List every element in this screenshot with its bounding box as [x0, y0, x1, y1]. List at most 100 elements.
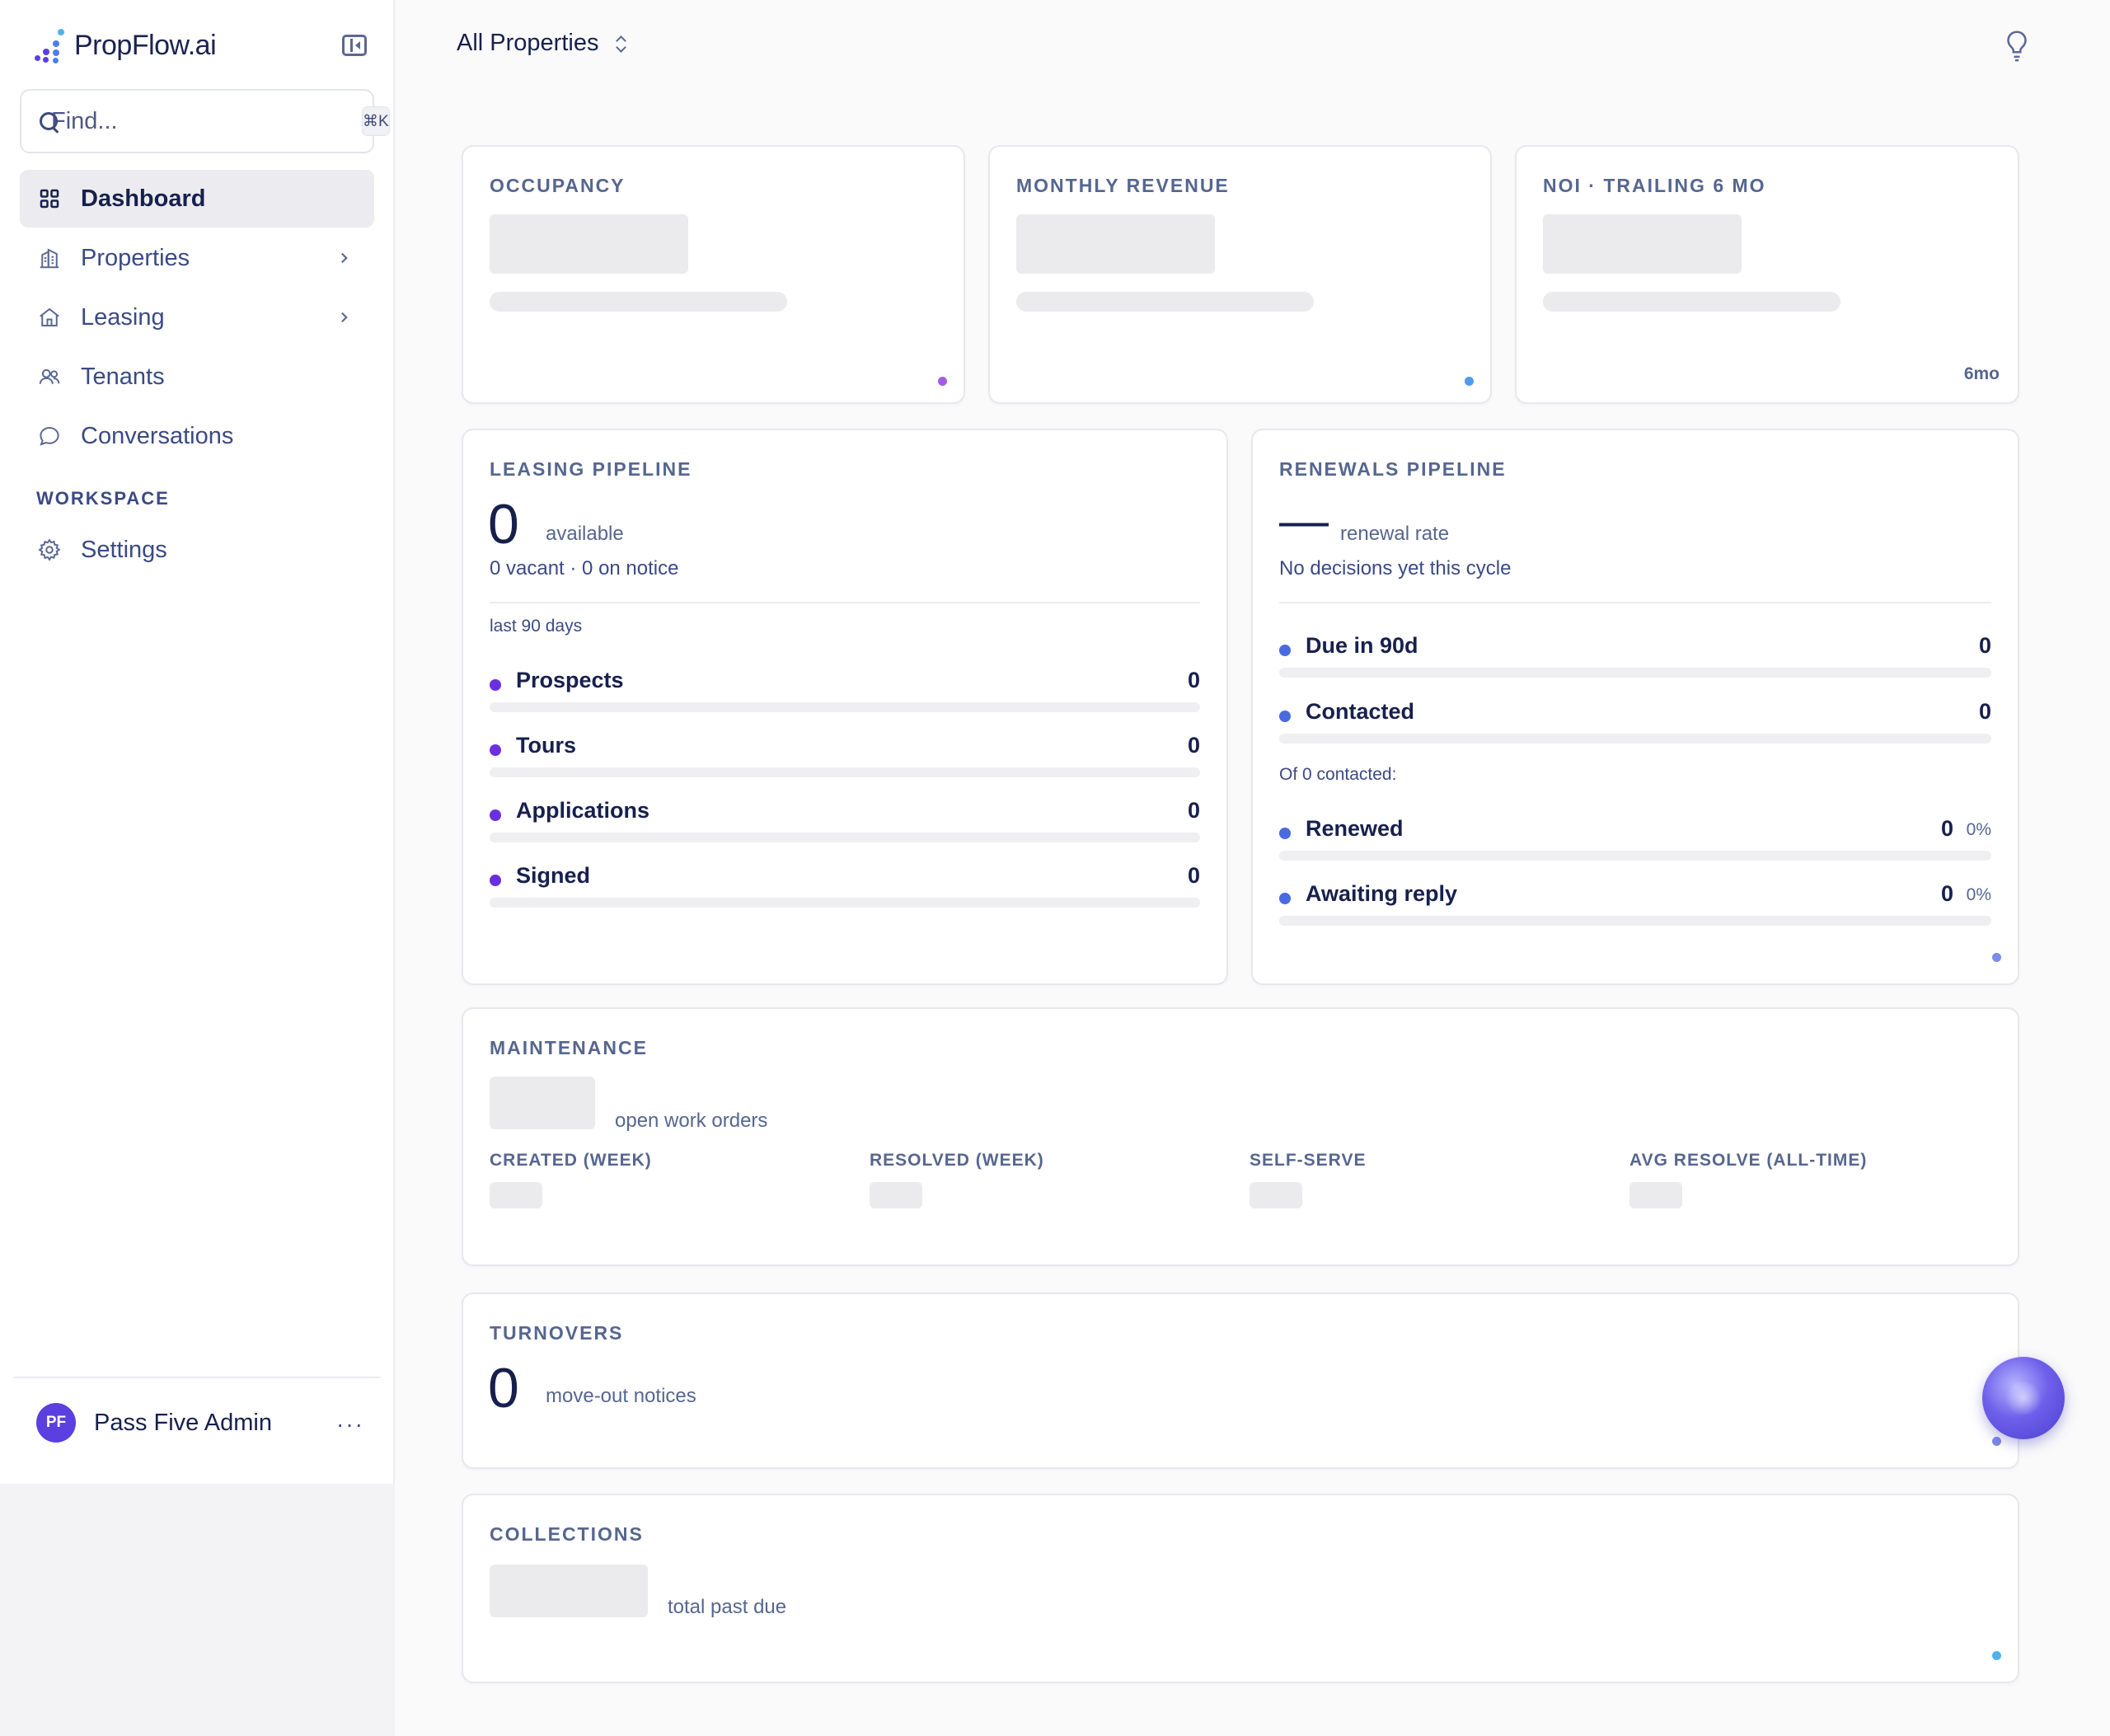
- pipeline-row[interactable]: Awaiting reply 0 0%: [1279, 880, 1991, 926]
- row-label: Applications: [516, 798, 650, 823]
- search-input[interactable]: [51, 107, 362, 135]
- bullet-dot: [1279, 711, 1291, 722]
- collapse-sidebar-icon[interactable]: [342, 35, 367, 56]
- sidebar-item-label: Tenants: [81, 363, 165, 390]
- progress-bar: [490, 702, 1200, 712]
- sidebar-item-label: Settings: [81, 536, 167, 563]
- row-label: Tours: [516, 733, 576, 758]
- house-icon: [36, 304, 63, 331]
- renewals-pipeline-card[interactable]: RENEWALS PIPELINE — renewal rate No deci…: [1251, 429, 2019, 985]
- open-work-orders-label: open work orders: [615, 1110, 768, 1132]
- card-title: LEASING PIPELINE: [490, 458, 692, 480]
- pipeline-row[interactable]: Applications 0: [490, 796, 1200, 842]
- occupancy-card[interactable]: OCCUPANCY: [462, 145, 965, 404]
- pipeline-row[interactable]: Contacted 0: [1279, 697, 1991, 744]
- card-title: NOI · TRAILING 6 MO: [1543, 175, 1766, 196]
- pipeline-row[interactable]: Due in 90d 0: [1279, 631, 1991, 678]
- loading-skeleton: [490, 1077, 595, 1129]
- collections-card[interactable]: COLLECTIONS total past due: [462, 1494, 2019, 1683]
- row-label: Due in 90d: [1306, 633, 1418, 658]
- chevron-right-icon: [341, 312, 348, 323]
- lightbulb-icon[interactable]: [2003, 30, 2031, 64]
- user-profile[interactable]: PF Pass Five Admin: [36, 1403, 272, 1443]
- card-title: OCCUPANCY: [490, 175, 626, 196]
- period-label: 6mo: [1963, 364, 2000, 383]
- monthly-revenue-card[interactable]: MONTHLY REVENUE: [988, 145, 1492, 404]
- sidebar-item-label: Properties: [81, 244, 190, 271]
- bullet-dot: [490, 875, 501, 886]
- avatar: PF: [36, 1403, 76, 1443]
- loading-skeleton: [1543, 292, 1840, 312]
- divider: [1279, 602, 1991, 603]
- pipeline-row[interactable]: Signed 0: [490, 861, 1200, 908]
- progress-bar: [490, 833, 1200, 842]
- sidebar-item-dashboard[interactable]: Dashboard: [20, 170, 374, 228]
- stat-label: AVG RESOLVE (ALL-TIME): [1629, 1151, 1868, 1170]
- chat-bubble-icon: [36, 423, 63, 449]
- loading-skeleton: [490, 214, 688, 274]
- row-label: Contacted: [1306, 699, 1415, 724]
- progress-bar: [1279, 916, 1991, 926]
- loading-skeleton: [870, 1182, 922, 1208]
- row-value: 0: [1187, 798, 1200, 823]
- bullet-dot: [490, 744, 501, 756]
- user-name: Pass Five Admin: [94, 1409, 272, 1436]
- user-menu-icon[interactable]: ···: [336, 1411, 364, 1438]
- sidebar-item-leasing[interactable]: Leasing: [20, 289, 374, 346]
- leasing-pipeline-card[interactable]: LEASING PIPELINE 0 available 0 vacant · …: [462, 429, 1228, 985]
- noi-card[interactable]: NOI · TRAILING 6 MO 6mo: [1515, 145, 2019, 404]
- available-label: available: [546, 523, 624, 545]
- available-count: 0: [488, 493, 519, 556]
- chevron-up-down-icon: [615, 34, 628, 54]
- building-icon: [36, 245, 63, 271]
- row-value: 0: [1940, 881, 1953, 906]
- move-out-label: move-out notices: [546, 1385, 696, 1407]
- turnovers-card[interactable]: TURNOVERS 0 move-out notices: [462, 1293, 2019, 1469]
- app-root: PropFlow.ai ⌘K Dashboard Properties: [0, 0, 2110, 1736]
- logo-icon: [33, 27, 66, 63]
- pipeline-row[interactable]: Renewed 0 0%: [1279, 814, 1991, 861]
- loading-skeleton: [490, 1565, 648, 1617]
- maintenance-card[interactable]: MAINTENANCE open work orders CREATED (WE…: [462, 1007, 2019, 1266]
- shortcut-badge: ⌘K: [362, 106, 390, 136]
- pipeline-row[interactable]: Tours 0: [490, 731, 1200, 777]
- brand-logo[interactable]: PropFlow.ai: [33, 25, 217, 66]
- loading-skeleton: [1016, 214, 1215, 274]
- bullet-dot: [1279, 645, 1291, 656]
- vacancy-summary: 0 vacant · 0 on notice: [490, 557, 679, 579]
- renewal-summary: No decisions yet this cycle: [1279, 557, 1512, 579]
- loading-skeleton: [1016, 292, 1314, 312]
- row-value: 0: [1187, 668, 1200, 692]
- card-title: MONTHLY REVENUE: [1016, 175, 1230, 196]
- sidebar-item-tenants[interactable]: Tenants: [20, 348, 374, 406]
- move-out-count: 0: [488, 1357, 519, 1419]
- card-title: COLLECTIONS: [490, 1523, 644, 1545]
- sidebar-item-settings[interactable]: Settings: [20, 521, 374, 579]
- sidebar-footer-area: [0, 1484, 395, 1736]
- renewal-rate-label: renewal rate: [1340, 523, 1450, 545]
- gear-icon: [36, 537, 63, 563]
- loading-skeleton: [1629, 1182, 1682, 1208]
- past-due-label: total past due: [668, 1596, 787, 1618]
- property-selector[interactable]: All Properties: [457, 30, 628, 57]
- row-label: Prospects: [516, 668, 624, 692]
- search-box[interactable]: ⌘K: [20, 89, 390, 153]
- sidebar-item-properties[interactable]: Properties: [20, 229, 374, 287]
- property-selector-label: All Properties: [457, 30, 599, 56]
- card-title: MAINTENANCE: [490, 1037, 648, 1058]
- assistant-orb-button[interactable]: [1982, 1357, 2065, 1439]
- row-label: Awaiting reply: [1306, 881, 1458, 906]
- loading-skeleton: [490, 292, 787, 312]
- row-label: Signed: [516, 863, 591, 888]
- card-title: TURNOVERS: [490, 1322, 624, 1344]
- sidebar-item-label: Dashboard: [81, 185, 206, 212]
- section-label-workspace: WORKSPACE: [36, 488, 170, 509]
- status-dot: [1992, 953, 2001, 962]
- pipeline-row[interactable]: Prospects 0: [490, 666, 1200, 712]
- status-dot: [938, 377, 947, 386]
- progress-bar: [1279, 734, 1991, 744]
- bullet-dot: [1279, 828, 1291, 839]
- divider: [490, 602, 1200, 603]
- sidebar-item-conversations[interactable]: Conversations: [20, 407, 374, 465]
- card-title: RENEWALS PIPELINE: [1279, 458, 1507, 480]
